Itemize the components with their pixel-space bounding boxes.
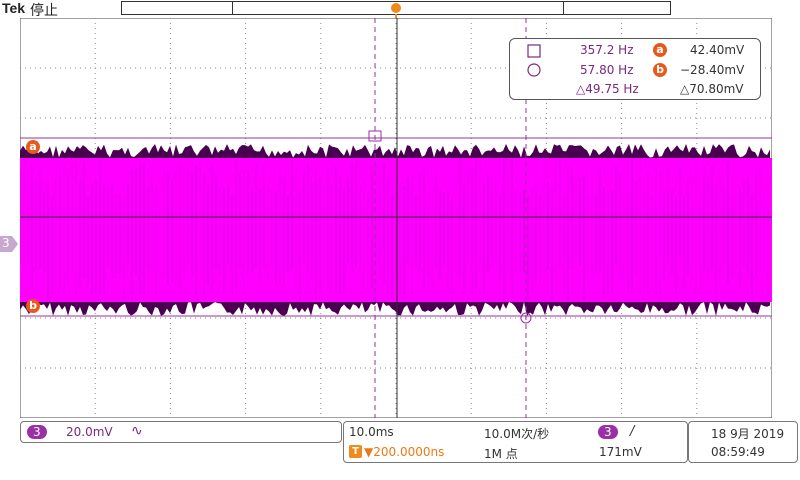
cursor-1-frequency: 357.2 Hz xyxy=(580,43,634,57)
sample-rate: 10.0M次/秒 xyxy=(484,427,550,441)
trigger-slope-rising-icon: / xyxy=(630,424,635,439)
cursor-b-value: −28.40mV xyxy=(680,63,745,77)
bottom-status-area: 3 20.0mV ∿ 10.0ms 10.0M次/秒 T ▼200.0000ns… xyxy=(0,418,800,480)
trigger-level: 171mV xyxy=(599,445,642,459)
date-display: 18 9月 2019 xyxy=(711,427,785,441)
square-cursor-icon xyxy=(527,44,541,58)
trigger-source-tag: 3 xyxy=(598,425,618,439)
channel-3-trace xyxy=(20,144,772,316)
time-per-division: 10.0ms xyxy=(349,425,394,439)
channel-3-scale: 20.0mV xyxy=(66,425,113,439)
delta-frequency: △49.75 Hz xyxy=(576,82,639,96)
status-bar: Tek 停止 T xyxy=(0,0,800,38)
cursor-2-frequency: 57.80 Hz xyxy=(580,63,634,77)
trigger-tag-icon: T xyxy=(349,445,362,458)
cursor-b-label[interactable]: b xyxy=(26,298,40,313)
cursor-a-value: 42.40mV xyxy=(690,43,745,57)
channel-3-panel[interactable]: 3 20.0mV ∿ xyxy=(20,421,342,443)
cursor-readout: 357.2 Hz a 42.40mV 57.80 Hz b −28.40mV △… xyxy=(509,38,761,100)
delta-value: △70.80mV xyxy=(680,82,744,96)
record-length: 1M 点 xyxy=(484,447,518,461)
trigger-position: ▼200.0000ns xyxy=(364,445,445,459)
coupling-ac-icon: ∿ xyxy=(131,423,143,439)
cursor-b-badge: b xyxy=(653,62,667,77)
circle-cursor-icon xyxy=(527,63,541,77)
timebase-panel[interactable]: 10.0ms 10.0M次/秒 T ▼200.0000ns 1M 点 3 / 1… xyxy=(343,421,688,463)
datetime-panel: 18 9月 2019 08:59:49 xyxy=(688,421,798,463)
brand-logo: Tek xyxy=(2,0,26,16)
time-display: 08:59:49 xyxy=(711,445,765,459)
cursor-a-badge: a xyxy=(653,42,667,57)
cursor-a-label[interactable]: a xyxy=(26,139,40,154)
channel-3-tag: 3 xyxy=(27,425,47,439)
acquisition-state: 停止 xyxy=(30,3,58,19)
channel-3-offset-marker[interactable]: 3 xyxy=(0,236,18,252)
